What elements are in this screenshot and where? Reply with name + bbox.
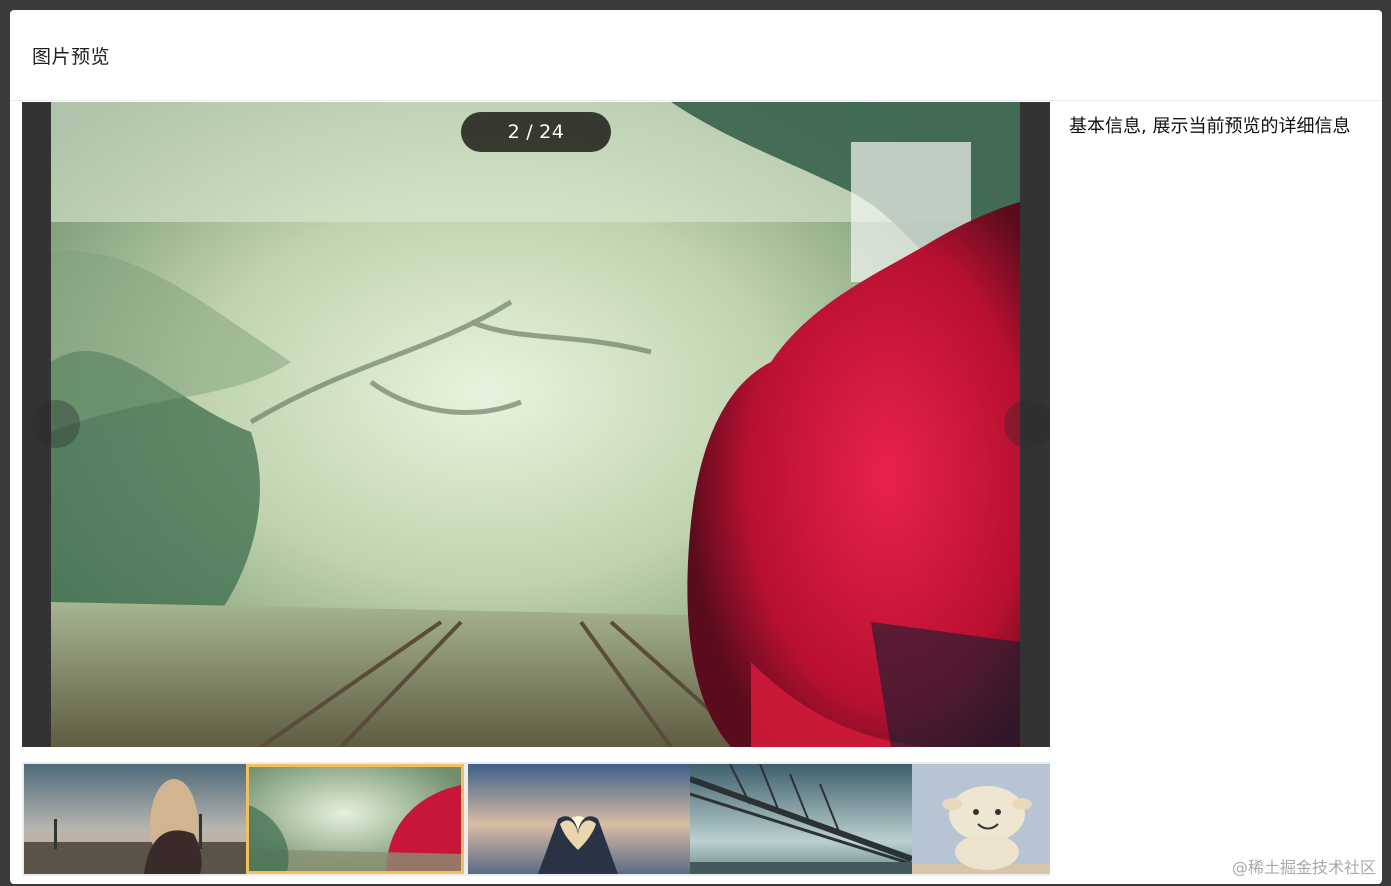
- thumbnail-strip[interactable]: [22, 762, 1050, 876]
- info-panel: 基本信息, 展示当前预览的详细信息: [1069, 114, 1369, 140]
- watermark: @稀土掘金技术社区: [1231, 858, 1376, 877]
- page-counter: 2 / 24: [461, 112, 611, 152]
- main-preview-image[interactable]: [51, 102, 1020, 747]
- current-page: 2: [507, 121, 521, 143]
- thumbnail-5[interactable]: [912, 764, 1050, 874]
- info-text: 基本信息, 展示当前预览的详细信息: [1069, 116, 1351, 137]
- total-pages: 24: [539, 121, 565, 143]
- thumbnail-4[interactable]: [690, 764, 912, 874]
- preview-modal: 图片预览 2 / 24 基本信息, 展示当前预览的详细信息 @稀土掘金技术社区: [10, 10, 1382, 884]
- prev-button[interactable]: [32, 400, 80, 448]
- modal-header: 图片预览: [10, 10, 1382, 101]
- thumbnail-3[interactable]: [468, 764, 690, 874]
- image-viewer[interactable]: 2 / 24: [22, 102, 1050, 747]
- page-separator: /: [526, 121, 534, 143]
- modal-title: 图片预览: [32, 45, 111, 68]
- thumbnail-2[interactable]: [246, 764, 464, 874]
- thumbnail-1[interactable]: [24, 764, 246, 874]
- next-button[interactable]: [1004, 400, 1050, 448]
